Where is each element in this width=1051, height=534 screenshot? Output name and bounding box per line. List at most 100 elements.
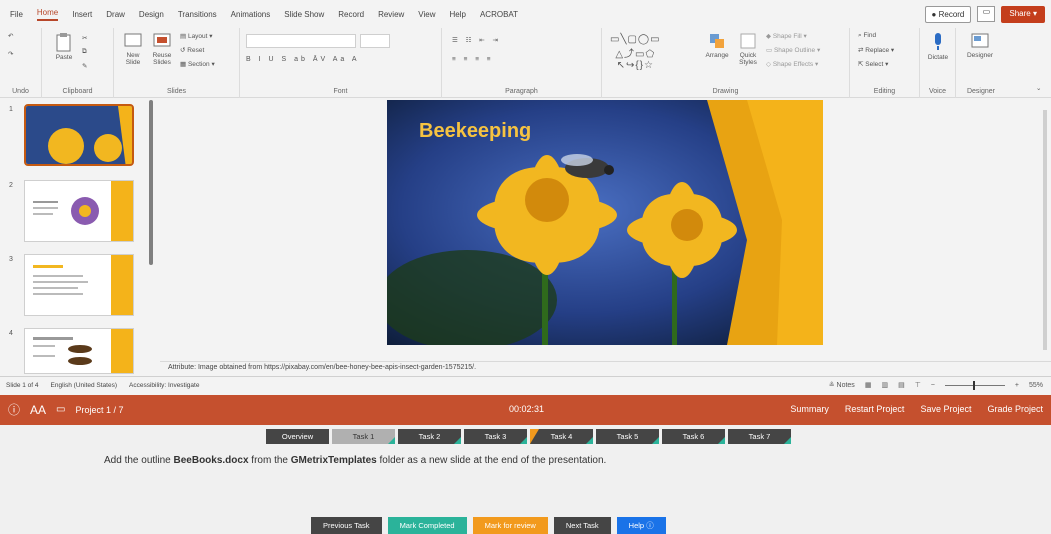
thumbnail-scrollbar[interactable] [149, 100, 153, 265]
find-button[interactable]: ⌕ Find [858, 32, 876, 40]
mark-for-review-button[interactable]: Mark for review [472, 517, 548, 534]
tab-review[interactable]: Review [378, 10, 404, 19]
quick-styles-button[interactable]: Quick Styles [734, 32, 762, 66]
replace-button[interactable]: ⇄ Replace ▾ [858, 46, 894, 54]
accessibility-status[interactable]: Accessibility: Investigate [129, 382, 199, 389]
section-button[interactable]: ▦ Section ▾ [180, 60, 215, 68]
record-button[interactable]: ● Record [924, 6, 972, 23]
mark-completed-button[interactable]: Mark Completed [387, 517, 467, 534]
tab-home[interactable]: Home [36, 8, 59, 21]
tab-task-5[interactable]: Task 5 [596, 429, 659, 444]
previous-task-button[interactable]: Previous Task [311, 517, 382, 534]
dictate-button[interactable]: Dictate [924, 32, 952, 61]
copy-icon[interactable]: ⧉ [82, 48, 87, 56]
thumbnail-number: 1 [9, 106, 13, 113]
shape-fill-button[interactable]: ◆ Shape Fill ▾ [766, 32, 807, 40]
reset-button[interactable]: ↺ Reset [180, 46, 204, 54]
tab-help[interactable]: Help [450, 10, 466, 19]
editor-scrollbar[interactable] [1043, 110, 1047, 350]
collapse-ribbon-icon[interactable]: ⌄ [1036, 84, 1041, 92]
zoom-slider[interactable] [944, 380, 1005, 390]
help-circle-icon[interactable]: ⓘ [8, 401, 20, 418]
tab-task-4[interactable]: Task 4 [530, 429, 593, 444]
tab-animations[interactable]: Animations [231, 10, 271, 19]
instruction-text: from the [248, 455, 291, 466]
tab-overview[interactable]: Overview [266, 429, 329, 444]
ribbon: ↶ ↷ Undo Paste ✂ ⧉ ✎ Clipboard New Slide… [0, 28, 1051, 98]
voice-group-label: Voice [928, 88, 947, 95]
layout-button[interactable]: ▤ Layout ▾ [180, 32, 213, 40]
font-size-toggle-icon[interactable]: AA [30, 403, 46, 417]
reading-view-icon[interactable]: ▤ [898, 381, 905, 389]
slide-thumbnail-1[interactable] [24, 104, 134, 166]
paragraph-list-icons[interactable]: ☰ ☷ ⇤ ⇥ [452, 36, 501, 44]
slide-thumbnail-4[interactable] [24, 328, 134, 374]
tab-draw[interactable]: Draw [106, 10, 125, 19]
new-slide-button[interactable]: New Slide [120, 32, 146, 66]
cut-icon[interactable]: ✂ [82, 34, 87, 42]
timer: 00:02:31 [509, 404, 545, 414]
font-format-icons[interactable]: B I U S ab ĀV Aa A [246, 56, 360, 63]
tab-task-1[interactable]: Task 1 [332, 429, 395, 444]
slide-show-icon[interactable]: ⊤ [915, 381, 921, 389]
microphone-icon [935, 33, 941, 50]
paragraph-align-icons[interactable]: ≡ ≡ ≡ ≡ [452, 56, 494, 63]
notes-button[interactable]: ≗ Notes [829, 381, 855, 389]
select-button[interactable]: ⇱ Select ▾ [858, 60, 888, 68]
shape-outline-button[interactable]: ▭ Shape Outline ▾ [766, 46, 820, 54]
next-task-button[interactable]: Next Task [553, 517, 611, 534]
paste-label: Paste [55, 54, 73, 61]
slide-thumbnail-2[interactable] [24, 180, 134, 242]
slide-sorter-icon[interactable]: ▥ [881, 381, 888, 389]
tab-task-6[interactable]: Task 6 [662, 429, 725, 444]
gmetrix-task-area: Overview Task 1 Task 2 Task 3 Task 4 Tas… [0, 425, 1051, 534]
thumbnail-number: 3 [9, 256, 13, 263]
thumbnail-stripe [111, 181, 133, 241]
share-button[interactable]: Share ▾ [1001, 6, 1045, 23]
tab-task-3[interactable]: Task 3 [464, 429, 527, 444]
zoom-level[interactable]: 55% [1029, 382, 1043, 389]
undo-icon[interactable]: ↶ [8, 32, 13, 40]
zoom-out-icon[interactable]: − [931, 382, 935, 389]
slide-thumbnail-3[interactable] [24, 254, 134, 316]
normal-view-icon[interactable]: ▦ [865, 381, 872, 389]
tab-design[interactable]: Design [139, 10, 164, 19]
window-icon[interactable]: ▭ [56, 404, 65, 415]
font-name-input[interactable] [246, 34, 356, 48]
tab-task-7[interactable]: Task 7 [728, 429, 791, 444]
shape-effects-button[interactable]: ◇ Shape Effects ▾ [766, 60, 818, 68]
redo-icon[interactable]: ↷ [8, 50, 13, 58]
tab-insert[interactable]: Insert [72, 10, 92, 19]
slide-canvas[interactable]: Beekeeping [387, 100, 823, 345]
zoom-slider-knob[interactable] [972, 380, 975, 390]
restart-project-link[interactable]: Restart Project [845, 404, 905, 414]
tab-transitions[interactable]: Transitions [178, 10, 217, 19]
save-project-link[interactable]: Save Project [920, 404, 971, 414]
tab-record[interactable]: Record [338, 10, 364, 19]
paste-button[interactable]: Paste [50, 32, 78, 61]
thumbnail-flower-image [26, 106, 132, 164]
tab-acrobat[interactable]: ACROBAT [480, 10, 518, 19]
format-painter-icon[interactable]: ✎ [82, 62, 87, 70]
slide-title[interactable]: Beekeeping [419, 120, 531, 143]
comments-icon[interactable]: ▭ [977, 6, 996, 22]
tab-task-2[interactable]: Task 2 [398, 429, 461, 444]
tab-view[interactable]: View [418, 10, 435, 19]
zoom-in-icon[interactable]: + [1015, 382, 1019, 389]
thumbnail-content [33, 197, 99, 225]
tab-file[interactable]: File [10, 10, 23, 19]
shapes-gallery[interactable]: ▭╲▢◯▭ △⤴▭⬠ ↖↪{}☆ [610, 34, 661, 71]
tab-slide-show[interactable]: Slide Show [284, 10, 324, 19]
reuse-slides-button[interactable]: Reuse Slides [148, 32, 176, 66]
notes-pane[interactable]: Attribute: Image obtained from https://p… [160, 361, 1051, 375]
arrange-button[interactable]: Arrange [702, 32, 732, 59]
task-status-marker [586, 437, 593, 444]
designer-button[interactable]: Designer [964, 32, 996, 59]
grade-project-link[interactable]: Grade Project [987, 404, 1043, 414]
help-button[interactable]: Help ⓘ [616, 517, 666, 534]
font-size-input[interactable] [360, 34, 390, 48]
summary-link[interactable]: Summary [790, 404, 829, 414]
paragraph-group: ☰ ☷ ⇤ ⇥ ≡ ≡ ≡ ≡ Paragraph [442, 28, 602, 98]
task-tabs: Overview Task 1 Task 2 Task 3 Task 4 Tas… [266, 429, 791, 444]
language-status[interactable]: English (United States) [51, 382, 117, 389]
